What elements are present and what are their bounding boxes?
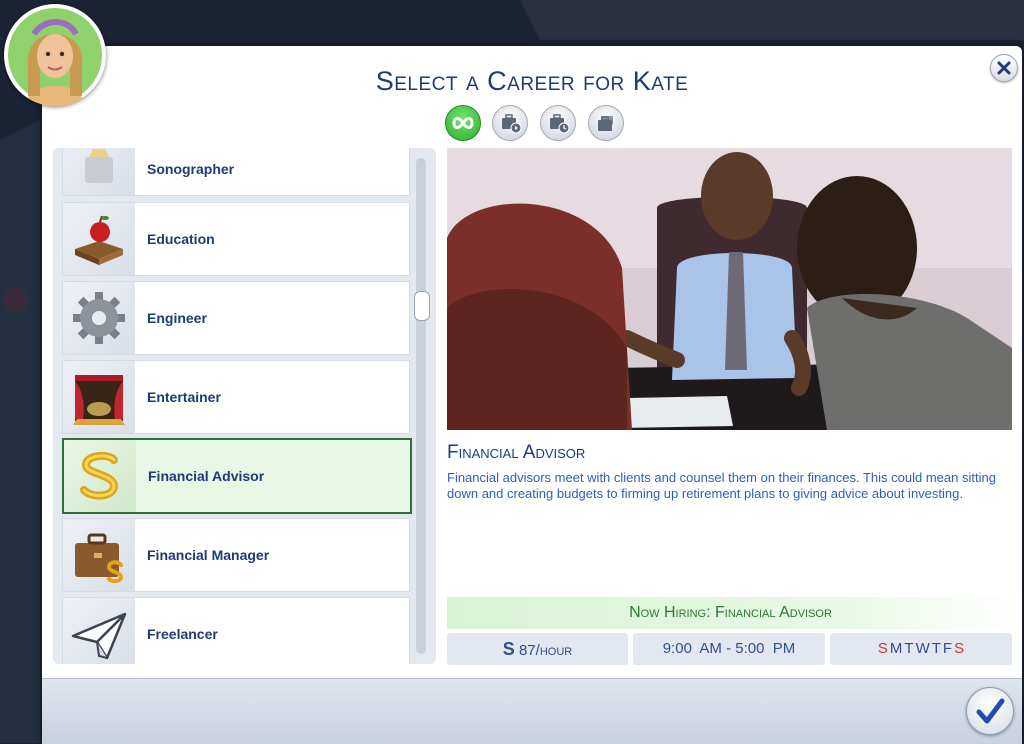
filter-part-time-button[interactable] bbox=[492, 105, 528, 141]
close-button[interactable] bbox=[990, 54, 1018, 82]
briefcase-stack-icon bbox=[598, 116, 613, 131]
career-pay: S 87/hour bbox=[447, 633, 628, 665]
career-detail-description: Financial advisors meet with clients and… bbox=[447, 470, 996, 501]
career-icon-area bbox=[63, 148, 135, 195]
career-label: Education bbox=[147, 231, 215, 247]
career-label: Freelancer bbox=[147, 626, 218, 642]
simoleon-icon bbox=[80, 451, 119, 500]
day-tuesday: T bbox=[904, 640, 914, 657]
career-icon-area bbox=[63, 203, 135, 275]
filter-freelance-button[interactable] bbox=[588, 105, 624, 141]
career-photo bbox=[447, 148, 1012, 430]
gear-icon bbox=[73, 292, 125, 344]
briefcase-play-icon bbox=[502, 114, 522, 134]
infinity-icon bbox=[452, 117, 474, 129]
career-icon-area bbox=[63, 361, 135, 433]
pay-rate: 87/hour bbox=[518, 642, 573, 659]
career-icon-area bbox=[63, 598, 135, 664]
career-detail-title: Financial Advisor bbox=[447, 442, 586, 463]
day-thursday: T bbox=[931, 640, 941, 657]
career-item-financial-advisor[interactable]: Financial Advisor bbox=[62, 438, 412, 514]
career-label: Engineer bbox=[147, 310, 207, 326]
career-label: Entertainer bbox=[147, 389, 221, 405]
apple-on-book-icon bbox=[75, 215, 123, 265]
day-saturday: S bbox=[954, 640, 965, 657]
career-icon-area bbox=[64, 440, 136, 512]
now-hiring-banner: Now Hiring: Financial Advisor bbox=[447, 597, 1014, 629]
career-item-entertainer[interactable]: Entertainer bbox=[62, 360, 410, 434]
briefcase-clock-icon bbox=[550, 114, 570, 134]
confirm-button[interactable] bbox=[966, 687, 1014, 735]
day-friday: F bbox=[942, 640, 953, 657]
career-list-scrollbar[interactable] bbox=[416, 158, 426, 654]
day-wednesday: W bbox=[915, 640, 930, 657]
sonographer-icon bbox=[85, 149, 113, 183]
career-item-sonographer[interactable]: Sonographer bbox=[62, 148, 410, 196]
filter-full-time-button[interactable] bbox=[540, 105, 576, 141]
work-hours: 9:00 AM - 5:00 PM bbox=[662, 640, 796, 657]
career-item-freelancer[interactable]: Freelancer bbox=[62, 597, 410, 664]
career-item-engineer[interactable]: Engineer bbox=[62, 281, 410, 355]
career-hours: 9:00 AM - 5:00 PM bbox=[633, 633, 825, 665]
career-item-financial-manager[interactable]: Financial Manager bbox=[62, 518, 410, 592]
stage-curtain-icon bbox=[73, 375, 125, 425]
scrollbar-thumb[interactable] bbox=[414, 291, 430, 321]
career-label: Financial Advisor bbox=[148, 468, 265, 484]
career-icon-area bbox=[63, 282, 135, 354]
briefcase-simoleon-icon bbox=[75, 533, 124, 584]
simoleon-symbol: S bbox=[502, 639, 515, 659]
career-label: Sonographer bbox=[147, 161, 235, 177]
career-label: Financial Manager bbox=[147, 547, 270, 563]
day-sunday: S bbox=[877, 640, 888, 657]
checkmark-icon bbox=[976, 698, 1005, 724]
paper-plane-icon bbox=[71, 612, 127, 660]
close-icon bbox=[997, 61, 1011, 75]
career-icon-area bbox=[63, 519, 135, 591]
career-scene-image bbox=[447, 148, 1012, 430]
dialog-title: Select a Career for Kate bbox=[375, 66, 689, 96]
career-item-education[interactable]: Education bbox=[62, 202, 410, 276]
filter-all-careers-button[interactable] bbox=[445, 105, 481, 141]
career-list: Sonographer Education Engineer Entertain… bbox=[53, 148, 436, 664]
dialog-footer bbox=[42, 678, 1022, 744]
day-monday: M bbox=[889, 640, 903, 657]
career-work-days: SMTWTFS bbox=[830, 633, 1012, 665]
